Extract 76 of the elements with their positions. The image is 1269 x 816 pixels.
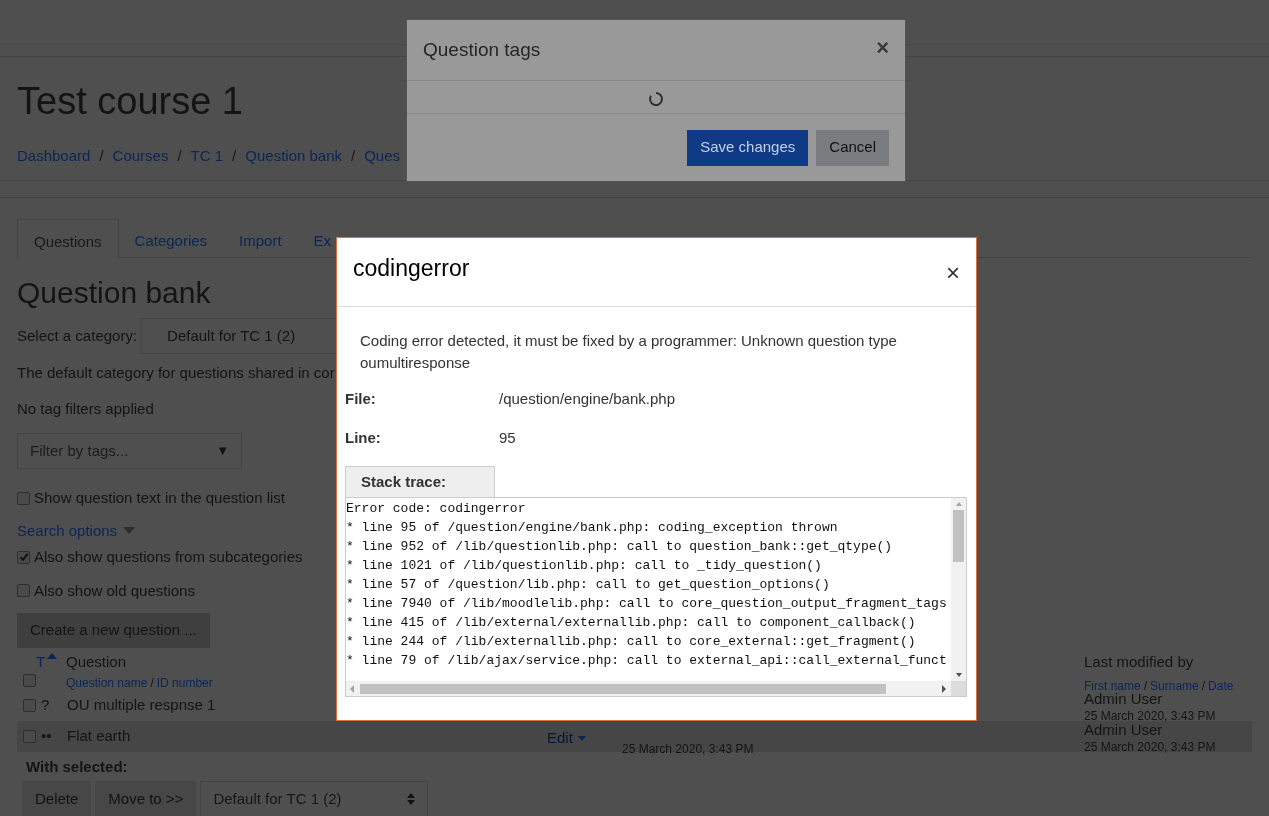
stack-trace-line: * line 95 of /question/engine/bank.php: coding_exception thrown [346,519,838,537]
caret-icon [577,735,586,741]
breadcrumb-separator: / [99,146,104,166]
field-label: File: [345,389,377,409]
checkbox[interactable] [17,491,30,505]
field-value: /question/engine/bank.php [499,389,675,409]
stack-trace-line: Error code: codingerror [346,500,526,518]
field-label: Line: [345,427,382,448]
dialog-title: Question tags [423,37,541,62]
option-label: Also show questions from subcategories [34,547,303,567]
question-name: OU multiple respnse 1 [67,695,217,715]
stack-trace-line: * line 244 of /lib/externallib.php: call to core_external::get_fragment() [346,633,916,651]
dropdown-arrow: ▼ [216,442,229,461]
sort-separator: / [150,675,154,690]
close-button[interactable]: × [876,30,889,64]
save-button[interactable]: Save changes [687,129,809,166]
checkbox[interactable] [23,730,36,743]
scroll-thumb[interactable] [360,683,886,694]
close-button[interactable]: × [946,255,960,291]
category-note: The default category for questions shared in cor [17,363,335,383]
search-options-link[interactable]: Search options [17,519,118,542]
checkbox[interactable] [23,699,36,712]
filter-status: No tag filters applied [17,398,154,419]
field-value: 95 [499,427,516,448]
column-header: Question [66,652,127,672]
tab[interactable]: Categories [118,219,224,257]
breadcrumb-link[interactable]: Ques [364,145,401,168]
sort-link[interactable]: ID number [156,675,213,690]
section-heading: Question bank [17,275,212,311]
stack-trace-line: * line 1021 of /lib/questionlib.php: call to _tidy_question() [346,557,822,575]
breadcrumb-link[interactable]: TC 1 [190,145,224,168]
breadcrumb-link[interactable]: Question bank [245,145,342,168]
breadcrumb-link[interactable]: Courses [112,145,169,168]
dialog-title: codingerror [353,253,470,283]
type-sort-link[interactable]: T [36,651,46,674]
sort-link[interactable]: Question name [66,675,148,690]
checkbox[interactable] [17,550,30,564]
tab[interactable]: Import [223,219,298,257]
stack-trace-line: * line 952 of /lib/questionlib.php: call to question_bank::get_qtype() [346,538,893,556]
sort-separator: / [1201,678,1206,693]
scrollbar-corner [951,681,966,696]
edit-menu-link[interactable]: Edit [547,727,573,750]
stack-trace-line: * line 79 of /lib/ajax/service.php: call to external_api::call_external_funct [346,652,947,670]
breadcrumb-link[interactable]: Dashboard [17,145,91,168]
sort-up-icon [47,653,58,659]
question-type-icon: •• [41,721,67,748]
table-row[interactable]: ? OU multiple respnse 1 Admin User 25 March 2020, 3:43 PM [17,690,1252,721]
breadcrumb-separator: / [232,146,237,166]
with-selected-label: With selected: [26,758,128,775]
breadcrumb-separator: / [351,146,356,166]
stack-trace-line: * line 7940 of /lib/moodlelib.php: call to core_question_output_fragment_tags [346,595,947,613]
checkbox[interactable] [23,673,36,687]
breadcrumb-separator: / [177,146,182,166]
column-header: Last modified by [1084,652,1194,672]
date-text: 25 March 2020, 3:43 PM [1084,708,1217,724]
checkbox[interactable] [17,584,30,598]
sort-link[interactable]: Surname [1150,678,1199,693]
scroll-thumb[interactable] [953,510,964,562]
caret-icon [123,527,136,535]
question-type-icon: ? [41,690,67,717]
select-arrows-icon [407,793,416,805]
sort-link[interactable]: First name [1084,678,1141,693]
user-name: Admin User [1084,690,1164,709]
move-target-select[interactable]: Default for TC 1 (2) [200,781,429,816]
course-title: Test course 1 [17,79,243,123]
stack-trace-line: * line 415 of /lib/external/externallib.php: call to component_callback() [346,614,916,632]
horizontal-scrollbar[interactable] [346,681,966,696]
category-label: Select a category: [17,325,138,346]
stack-trace-line: * line 57 of /question/lib.php: call to get_question_options() [346,576,830,594]
sort-separator: / [1143,678,1148,693]
cancel-button[interactable]: Cancel [816,129,889,166]
vertical-scrollbar[interactable] [951,498,966,681]
option-label: Show question text in the question list [34,488,285,508]
stack-trace-tab[interactable]: Stack trace: [345,466,495,497]
option-label: Also show old questions [34,580,195,601]
sort-link[interactable]: Date [1208,678,1234,693]
